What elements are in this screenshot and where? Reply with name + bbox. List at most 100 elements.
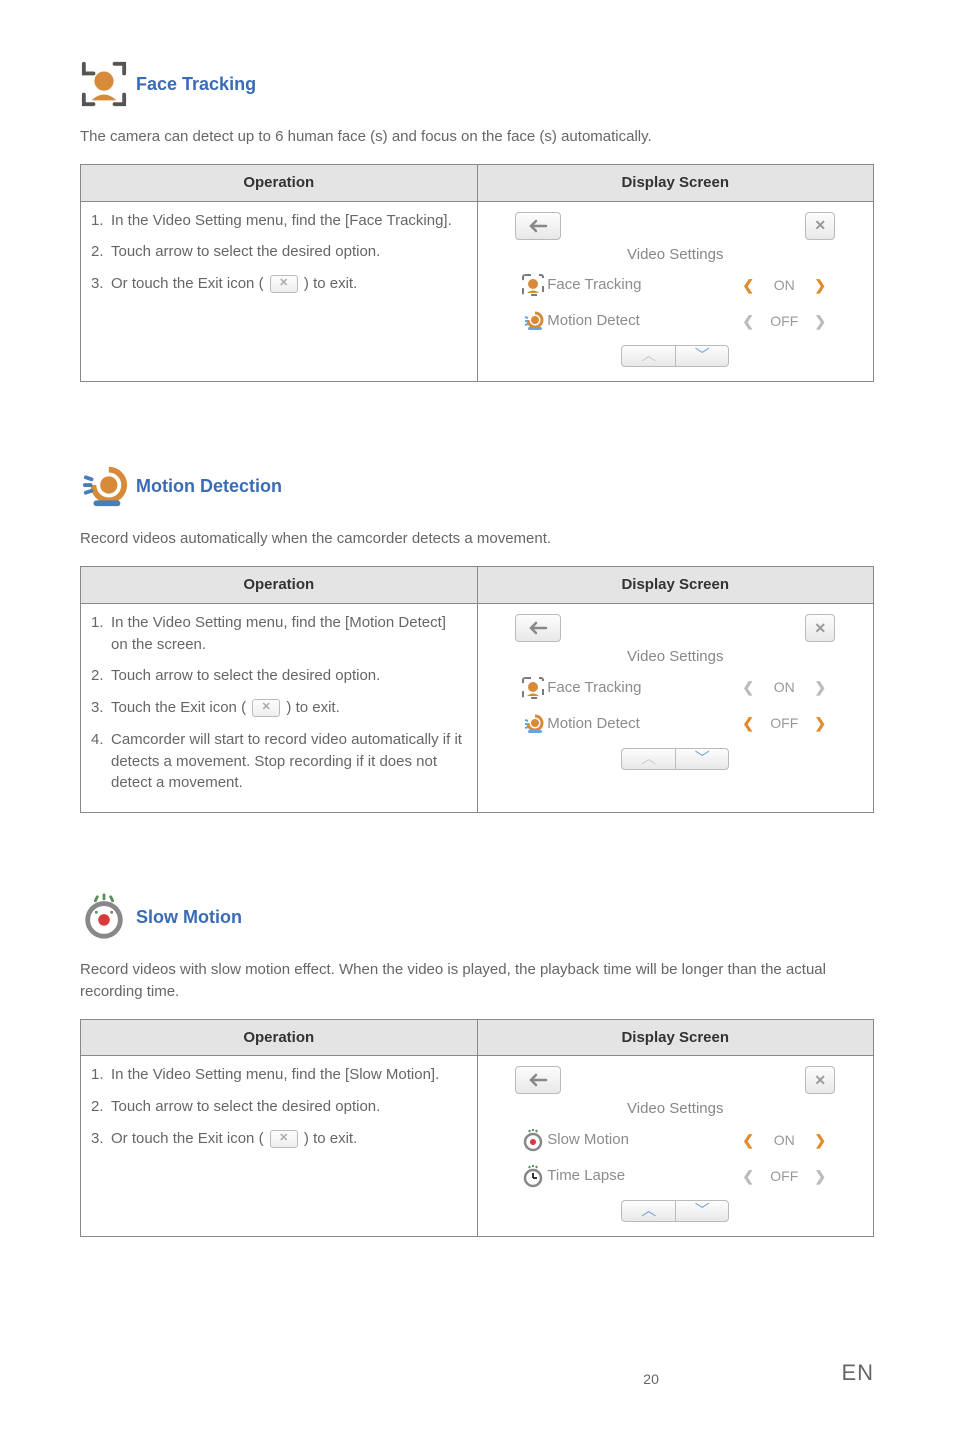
display-screen-cell: ✕Video SettingsFace Tracking❮ON❯Motion D… (477, 603, 874, 812)
arrow-left-icon[interactable]: ❮ (737, 311, 759, 331)
motion-icon (519, 309, 547, 333)
doc-section: Face Tracking The camera can detect up to… (80, 60, 874, 382)
doc-section: Motion Detection Record videos automatica… (80, 462, 874, 813)
arrow-right-icon[interactable]: ❯ (809, 677, 831, 697)
operation-cell: 1.In the Video Setting menu, find the [S… (81, 1056, 478, 1237)
motion-icon (519, 712, 547, 736)
screen-title: Video Settings (515, 1098, 835, 1120)
slow-icon (519, 1128, 547, 1152)
arrow-left-icon[interactable]: ❮ (737, 1130, 759, 1150)
page-nav: ︿﹀ (515, 345, 835, 367)
operation-step: 2.Touch arrow to select the desired opti… (91, 1096, 467, 1118)
screen-mock: ✕Video SettingsSlow Motion❮ON❯Time Lapse… (515, 1066, 835, 1222)
face-icon (519, 273, 547, 297)
operation-step: 3.Touch the Exit icon ( ✕ ) to exit. (91, 697, 467, 719)
close-button[interactable]: ✕ (805, 1066, 835, 1094)
arrow-left-icon[interactable]: ❮ (737, 275, 759, 295)
arrow-right-icon[interactable]: ❯ (809, 275, 831, 295)
section-title: Slow Motion (136, 904, 242, 930)
arrow-right-icon[interactable]: ❯ (809, 1166, 831, 1186)
operation-cell: 1.In the Video Setting menu, find the [F… (81, 201, 478, 382)
screen-title: Video Settings (515, 244, 835, 266)
arrow-right-icon[interactable]: ❯ (809, 1130, 831, 1150)
nav-down-button[interactable]: ﹀ (675, 748, 729, 770)
section-icon (80, 893, 136, 941)
screen-mock: ✕Video SettingsFace Tracking❮ON❯Motion D… (515, 212, 835, 368)
operation-step: 1.In the Video Setting menu, find the [S… (91, 1064, 467, 1086)
section-intro: Record videos automatically when the cam… (80, 528, 874, 550)
chevron-down-icon: ﹀ (695, 748, 710, 770)
arrow-left-icon[interactable]: ❮ (737, 713, 759, 733)
operation-step: 1.In the Video Setting menu, find the [F… (91, 210, 467, 232)
col-operation-header: Operation (81, 164, 478, 201)
col-operation-header: Operation (81, 567, 478, 604)
menu-row-value: OFF (759, 311, 809, 331)
close-icon: ✕ (814, 215, 826, 235)
menu-row: Slow Motion❮ON❯ (515, 1122, 835, 1158)
chevron-down-icon: ﹀ (695, 345, 710, 367)
close-button[interactable]: ✕ (805, 212, 835, 240)
display-screen-cell: ✕Video SettingsFace Tracking❮ON❯Motion D… (477, 201, 874, 382)
chevron-up-icon: ︿ (641, 748, 656, 770)
back-button[interactable] (515, 1066, 561, 1094)
exit-icon: ✕ (270, 1130, 298, 1148)
menu-row-value: ON (759, 1130, 809, 1150)
chevron-up-icon: ︿ (641, 1200, 656, 1222)
page-footer: 20 EN (80, 1357, 874, 1399)
menu-row-value: OFF (759, 713, 809, 733)
page-number: 20 (461, 1369, 842, 1389)
nav-down-button[interactable]: ﹀ (675, 1200, 729, 1222)
menu-row: Face Tracking❮ON❯ (515, 670, 835, 706)
col-screen-header: Display Screen (477, 1019, 874, 1056)
close-button[interactable]: ✕ (805, 614, 835, 642)
section-intro: The camera can detect up to 6 human face… (80, 126, 874, 148)
screen-title: Video Settings (515, 646, 835, 668)
nav-down-button[interactable]: ﹀ (675, 345, 729, 367)
section-icon (80, 60, 136, 108)
operation-table: OperationDisplay Screen 1.In the Video Se… (80, 1019, 874, 1238)
operation-step: 1.In the Video Setting menu, find the [M… (91, 612, 467, 656)
menu-row-label: Time Lapse (547, 1165, 737, 1187)
menu-row: Motion Detect❮OFF❯ (515, 303, 835, 339)
page-nav: ︿﹀ (515, 748, 835, 770)
back-button[interactable] (515, 614, 561, 642)
section-title: Face Tracking (136, 71, 256, 97)
nav-up-button[interactable]: ︿ (621, 1200, 675, 1222)
menu-row-label: Slow Motion (547, 1129, 737, 1151)
close-icon: ✕ (814, 1070, 826, 1090)
menu-row-value: OFF (759, 1166, 809, 1186)
menu-row-label: Motion Detect (547, 310, 737, 332)
menu-row: Time Lapse❮OFF❯ (515, 1158, 835, 1194)
operation-cell: 1.In the Video Setting menu, find the [M… (81, 603, 478, 812)
timelapse-icon (519, 1164, 547, 1188)
menu-row: Motion Detect❮OFF❯ (515, 706, 835, 742)
face-icon (519, 676, 547, 700)
doc-section: Slow MotionRecord videos with slow motio… (80, 893, 874, 1237)
arrow-left-icon[interactable]: ❮ (737, 677, 759, 697)
arrow-left-icon[interactable]: ❮ (737, 1166, 759, 1186)
nav-up-button[interactable]: ︿ (621, 748, 675, 770)
menu-row-label: Face Tracking (547, 677, 737, 699)
menu-row-label: Face Tracking (547, 274, 737, 296)
operation-step: 4.Camcorder will start to record video a… (91, 729, 467, 794)
col-screen-header: Display Screen (477, 567, 874, 604)
display-screen-cell: ✕Video SettingsSlow Motion❮ON❯Time Lapse… (477, 1056, 874, 1237)
exit-icon: ✕ (270, 275, 298, 293)
operation-step: 3.Or touch the Exit icon ( ✕ ) to exit. (91, 273, 467, 295)
col-screen-header: Display Screen (477, 164, 874, 201)
operation-table: OperationDisplay Screen 1.In the Video Se… (80, 164, 874, 383)
menu-row-value: ON (759, 275, 809, 295)
language-indicator: EN (841, 1357, 874, 1389)
arrow-right-icon[interactable]: ❯ (809, 713, 831, 733)
section-title: Motion Detection (136, 473, 282, 499)
arrow-right-icon[interactable]: ❯ (809, 311, 831, 331)
section-icon (80, 462, 136, 510)
nav-up-button[interactable]: ︿ (621, 345, 675, 367)
chevron-down-icon: ﹀ (695, 1200, 710, 1222)
menu-row-label: Motion Detect (547, 713, 737, 735)
back-button[interactable] (515, 212, 561, 240)
close-icon: ✕ (814, 618, 826, 638)
exit-icon: ✕ (252, 699, 280, 717)
col-operation-header: Operation (81, 1019, 478, 1056)
chevron-up-icon: ︿ (641, 345, 656, 367)
